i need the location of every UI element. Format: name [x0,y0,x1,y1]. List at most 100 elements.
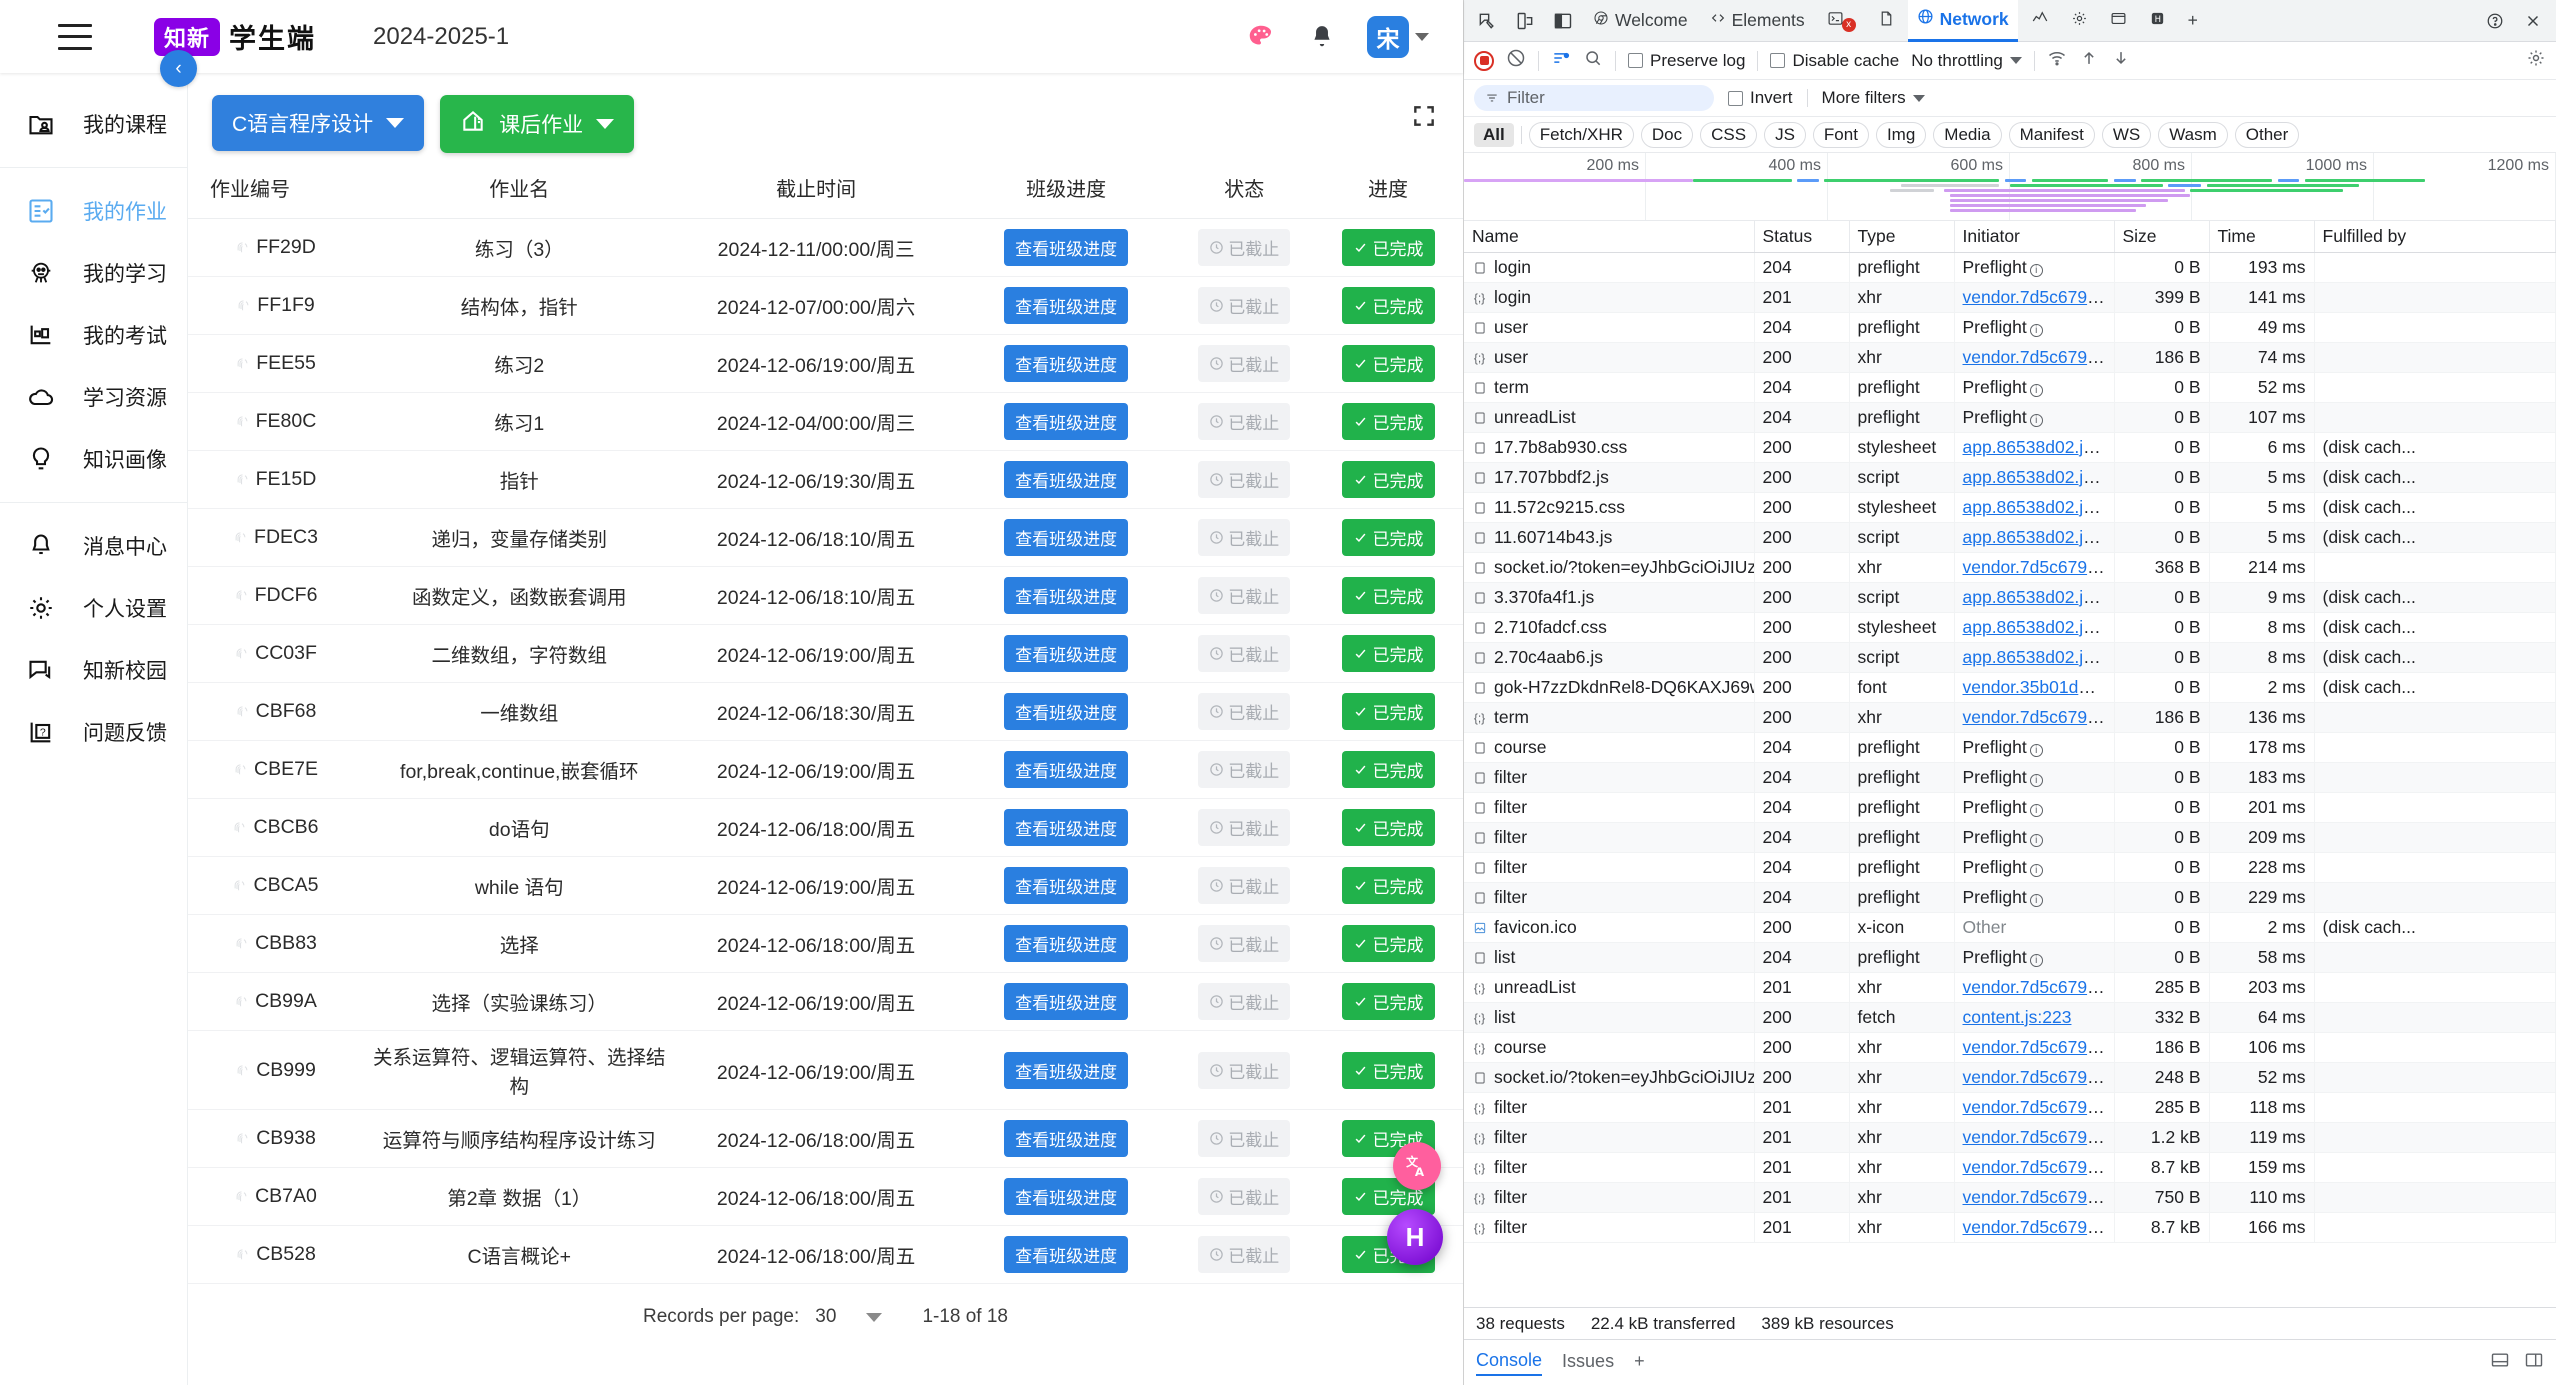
initiator-link[interactable]: vendor.7d5c6796.js:2 [1963,1037,2114,1057]
info-icon[interactable]: i [2029,834,2043,847]
sidebar-collapse-button[interactable]: ‹ [160,50,197,87]
th-type[interactable]: Type [1849,221,1955,253]
drawer-tab-issues[interactable]: Issues [1562,1351,1614,1375]
record-icon[interactable] [1474,50,1494,71]
assistant-fab[interactable]: H [1387,1209,1443,1265]
info-icon[interactable]: i [2029,414,2043,427]
kebab-icon[interactable]: kebab-icon [2440,6,2474,36]
network-row[interactable]: {;} filter 201 xhr vendor.7d5c6796.js:2 1.2 k… [1464,1122,2556,1153]
type-selector-button[interactable]: 课后作业 [440,95,635,153]
resource-type-chip[interactable]: Font [1812,121,1869,148]
network-row[interactable]: 3.370fa4f1.js 200 script app.86538d02.js:1 0… [1464,582,2556,613]
table-row[interactable]: FE15D 指针 2024-12-06/19:30/周五 查看班级进度 已截止 已完成 [188,450,1463,509]
drawer-tab-console[interactable]: Console [1476,1350,1543,1376]
network-row[interactable]: {;} filter 201 xhr vendor.7d5c6796.js:2 8.7 k… [1464,1152,2556,1183]
help-icon[interactable] [2478,6,2512,36]
view-class-progress-button[interactable]: 查看班级进度 [1004,867,1129,904]
network-row[interactable]: filter 204 preflight Preflight i 0 B 209 ms [1464,822,2556,853]
initiator-link[interactable]: vendor.7d5c6796.js:2 [1963,1187,2114,1207]
info-icon[interactable]: i [2029,894,2043,907]
sidebar-item-messages[interactable]: 消息中心 [0,515,187,577]
network-row[interactable]: {;} course 200 xhr vendor.7d5c6796.js:2 186 B… [1464,1032,2556,1063]
network-row[interactable]: 17.707bbdf2.js 200 script app.86538d02.js:1… [1464,462,2556,493]
initiator-link[interactable]: content.js:223 [1963,1007,2072,1027]
tab-welcome[interactable]: Welcome [1584,0,1697,42]
tab-network[interactable]: Network [1907,0,2018,42]
view-class-progress-button[interactable]: 查看班级进度 [1004,519,1129,556]
network-row[interactable]: 17.7b8ab930.css 200 stylesheet app.86538d02… [1464,432,2556,463]
info-icon[interactable]: i [2029,384,2043,397]
table-row[interactable]: FDCF6 函数定义，函数嵌套调用 2024-12-06/18:10/周五 查看班级进… [188,566,1463,625]
view-class-progress-button[interactable]: 查看班级进度 [1004,809,1129,846]
view-class-progress-button[interactable]: 查看班级进度 [1004,1051,1129,1089]
view-class-progress-button[interactable]: 查看班级进度 [1004,577,1129,614]
chevron-down-icon[interactable] [1415,32,1429,41]
th-status[interactable]: Status [1754,221,1850,253]
info-icon[interactable]: i [2029,864,2043,877]
info-icon[interactable]: i [2029,264,2043,277]
view-class-progress-button[interactable]: 查看班级进度 [1004,287,1129,324]
initiator-link[interactable]: vendor.35b01d0f.css [1963,677,2114,697]
invert-checkbox[interactable]: Invert [1728,88,1793,108]
initiator-link[interactable]: vendor.7d5c6796.js:2 [1963,287,2114,307]
info-icon[interactable]: i [2029,744,2043,757]
resource-type-chip[interactable]: CSS [1700,121,1758,148]
tab-settings[interactable] [2062,0,2097,42]
info-icon[interactable]: i [2029,774,2043,787]
avatar[interactable]: 宋 [1367,15,1409,58]
table-row[interactable]: CBCA5 while 语句 2024-12-06/19:00/周五 查看班级进度 已截… [188,856,1463,915]
table-row[interactable]: CB99A 选择（实验课练习） 2024-12-06/19:00/周五 查看班级进度 已… [188,972,1463,1031]
dock-panel-icon[interactable] [1546,6,1580,36]
table-row[interactable]: FEE55 练习2 2024-12-06/19:00/周五 查看班级进度 已截止 已完成 [188,334,1463,393]
view-class-progress-button[interactable]: 查看班级进度 [1004,693,1129,730]
info-icon[interactable]: i [2029,324,2043,337]
initiator-link[interactable]: app.86538d02.js:1 [1963,527,2107,547]
sidebar-item-personal-settings[interactable]: 个人设置 [0,577,187,639]
network-row[interactable]: list 204 preflight Preflight i 0 B 58 ms [1464,942,2556,973]
network-row[interactable]: {;} filter 201 xhr vendor.7d5c6796.js:2 8.7 k… [1464,1212,2556,1243]
network-row[interactable]: login 204 preflight Preflight i 0 B 193 ms [1464,252,2556,283]
network-row[interactable]: {;} filter 201 xhr vendor.7d5c6796.js:2 285 B… [1464,1092,2556,1123]
tab-lighthouse[interactable]: H [2140,0,2175,42]
search-icon[interactable] [1583,48,1603,73]
dock-drawer-icon[interactable] [2490,1350,2510,1375]
th-time[interactable]: Time [2209,221,2315,253]
sidebar-item-resources[interactable]: 学习资源 [0,366,187,428]
table-row[interactable]: CBB83 选择 2024-12-06/18:00/周五 查看班级进度 已截止 已完成 [188,914,1463,973]
add-tab-button[interactable]: + [2179,0,2207,42]
table-row[interactable]: CBCB6 do语句 2024-12-06/18:00/周五 查看班级进度 已截止 已完成 [188,798,1463,857]
sidebar-item-knowledge-profile[interactable]: 知识画像 [0,428,187,490]
import-har-icon[interactable] [2079,48,2099,73]
network-row[interactable]: {;} filter 201 xhr vendor.7d5c6796.js:2 750 B… [1464,1182,2556,1213]
view-class-progress-button[interactable]: 查看班级进度 [1004,403,1129,440]
inspect-icon[interactable] [1470,6,1504,36]
initiator-link[interactable]: app.86538d02.js:1 [1963,587,2107,607]
drawer-add-tab-button[interactable]: + [1634,1351,1645,1375]
network-row[interactable]: gok-H7zzDkdnRel8-DQ6KAXJ69wP1t...200font… [1464,672,2556,703]
network-row[interactable]: favicon.ico 200 x-icon Other 0 B2 ms (disk ca… [1464,912,2556,943]
network-row[interactable]: socket.io/?token=eyJhbGciOiJIUzI1Ni...20… [1464,1062,2556,1093]
view-class-progress-button[interactable]: 查看班级进度 [1004,1178,1129,1215]
tab-performance[interactable] [2022,0,2058,42]
table-row[interactable]: CC03F 二维数组，字符数组 2024-12-06/19:00/周五 查看班级进度 已… [188,624,1463,683]
table-row[interactable]: CBF68 一维数组 2024-12-06/18:30/周五 查看班级进度 已截止 已完成 [188,682,1463,741]
panel-icon[interactable] [2524,1350,2544,1375]
th-name[interactable]: Name [1464,221,1755,253]
table-row[interactable]: CB999 关系运算符、逻辑运算符、选择结构 2024-12-06/19:00/周五… [188,1030,1463,1110]
close-icon[interactable] [2516,6,2550,36]
network-row[interactable]: filter 204 preflight Preflight i 0 B 201 ms [1464,792,2556,823]
resource-type-chip[interactable]: WS [2101,121,2152,148]
network-overview[interactable]: 200 ms 400 ms 600 ms 800 ms 1000 ms 1200 ms [1464,153,2556,221]
view-class-progress-button[interactable]: 查看班级进度 [1004,925,1129,962]
initiator-link[interactable]: vendor.7d5c6796.js:2 [1963,1097,2114,1117]
resource-type-chip[interactable]: Manifest [2008,121,2095,148]
resource-type-chip[interactable]: Media [1933,121,2002,148]
view-class-progress-button[interactable]: 查看班级进度 [1004,983,1129,1020]
table-row[interactable]: FF29D 练习（3） 2024-12-11/00:00/周三 查看班级进度 已截止 已完… [188,218,1463,277]
initiator-link[interactable]: vendor.7d5c6796.js:2 [1963,707,2114,727]
initiator-link[interactable]: vendor.7d5c6796.js:2 [1963,1157,2114,1177]
network-row[interactable]: filter 204 preflight Preflight i 0 B 183 ms [1464,762,2556,793]
bell-icon[interactable] [1309,21,1335,53]
network-table-wrap[interactable]: Name Status Type Initiator Size Time Ful… [1464,221,2556,1307]
initiator-link[interactable]: app.86538d02.js:1 [1963,617,2107,637]
